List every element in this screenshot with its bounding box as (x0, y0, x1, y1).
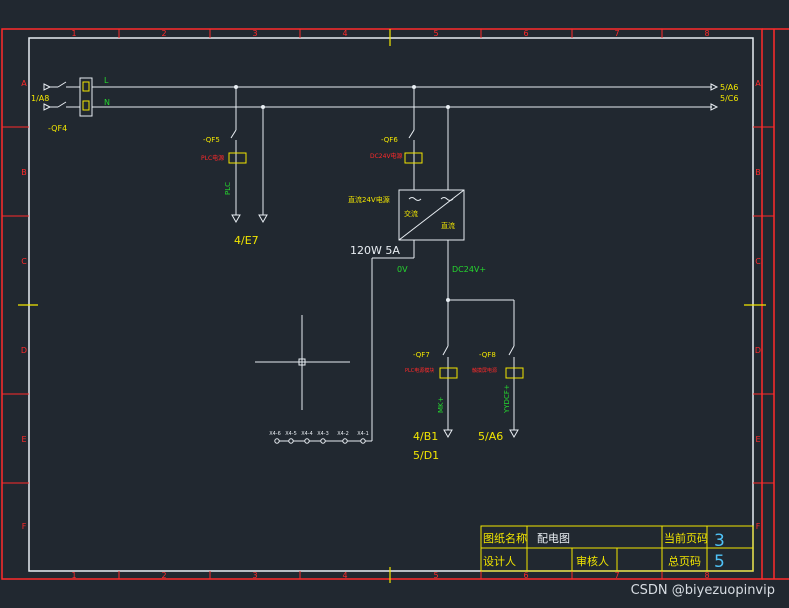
row-label-right: A (755, 79, 761, 88)
psu-rating: 120W 5A (350, 244, 400, 257)
row-label-left: B (21, 168, 27, 177)
drawing-name: 配电图 (537, 532, 570, 545)
terminal-label: X4-1 (357, 431, 369, 437)
bus-ref-n: 5/C6 (720, 94, 738, 103)
terminal-strip (274, 438, 366, 444)
qf5-tag: -QF5 (203, 136, 220, 144)
drawing-name-label: 图纸名称 (483, 531, 527, 545)
total-pages: 5 (714, 552, 725, 572)
col-label-bottom: 8 (704, 571, 709, 580)
reviewer-label: 审核人 (576, 554, 609, 568)
drawing-frame (28, 37, 754, 572)
outer-border (1, 28, 763, 580)
row-label-right: F (756, 522, 761, 531)
terminal-label: X4-5 (285, 431, 297, 437)
watermark: CSDN @biyezuopinvip (630, 583, 775, 598)
total-pages-label: 总页码 (668, 554, 701, 568)
qf7-ref-1: 4/B1 (413, 430, 438, 443)
qf7-desc: PLC电源模块 (405, 367, 434, 374)
qf8-ref: 5/A6 (478, 430, 503, 443)
qf5-wire: PLC (224, 182, 232, 195)
schematic-canvas: 1 2 3 4 5 6 7 8 1 2 3 4 5 6 7 8 A B C D … (1, 28, 789, 583)
row-label-right: E (755, 435, 760, 444)
column-ticks (2, 29, 774, 579)
incoming-feeder (43, 77, 93, 117)
col-label-top: 8 (704, 29, 709, 38)
bus-lines (92, 86, 712, 108)
qf8-tag: -QF8 (479, 351, 496, 359)
qf5-ref: 4/E7 (234, 234, 259, 247)
qf7-branch (439, 345, 458, 439)
current-page: 3 (714, 531, 725, 551)
qf8-wire: YYDCF+ (503, 384, 511, 414)
col-label-bottom: 2 (161, 571, 166, 580)
col-label-top: 5 (433, 29, 438, 38)
psu-neg-label: 0V (397, 265, 408, 274)
row-label-left: E (21, 435, 26, 444)
crosshair-cursor-icon (255, 315, 350, 410)
qf8-desc: 触摸屏电源 (472, 367, 497, 374)
qf7-ref-2: 5/D1 (413, 449, 439, 462)
row-label-left: D (21, 346, 27, 355)
line-l-label: L (104, 76, 109, 85)
qf6-desc: DC24V电源 (370, 152, 403, 160)
col-label-top: 4 (342, 29, 347, 38)
col-label-top: 7 (614, 29, 619, 38)
row-label-left: A (21, 79, 27, 88)
psu-title: 直流24V电源 (348, 195, 390, 204)
row-label-right: B (755, 168, 761, 177)
row-label-left: F (22, 522, 27, 531)
incoming-ref: 1/A8 (31, 94, 49, 103)
psu-pos-label: DC24V+ (452, 265, 486, 274)
psu-ac: 交流 (404, 209, 418, 218)
qf6-tag: -QF6 (381, 136, 398, 144)
row-label-left: C (21, 257, 27, 266)
col-label-top: 3 (252, 29, 257, 38)
col-label-top: 6 (523, 29, 528, 38)
terminal-label: X4-2 (337, 431, 349, 437)
line-n-label: N (104, 98, 110, 107)
col-label-bottom: 7 (614, 571, 619, 580)
qf7-tag: -QF7 (413, 351, 430, 359)
qf4-tag: -QF4 (48, 124, 67, 133)
col-label-bottom: 6 (523, 571, 528, 580)
terminal-label: X4-6 (269, 431, 281, 437)
terminal-label: X4-4 (301, 431, 313, 437)
col-label-bottom: 4 (342, 571, 347, 580)
current-page-label: 当前页码 (664, 531, 708, 545)
qf6-branch (404, 87, 449, 190)
row-label-right: D (755, 346, 761, 355)
center-marks (18, 29, 766, 583)
psu-dc: 直流 (441, 221, 455, 230)
col-label-top: 2 (161, 29, 166, 38)
qf5-desc: PLC电源 (201, 154, 224, 162)
col-label-bottom: 3 (252, 571, 257, 580)
col-label-bottom: 1 (71, 571, 76, 580)
qf7-wire: MK+ (437, 396, 445, 413)
designer-label: 设计人 (483, 555, 516, 568)
col-label-top: 1 (71, 29, 76, 38)
row-label-right: C (755, 257, 761, 266)
bus-ref-l: 5/A6 (720, 83, 738, 92)
col-label-bottom: 5 (433, 571, 438, 580)
terminal-label: X4-3 (317, 431, 329, 437)
